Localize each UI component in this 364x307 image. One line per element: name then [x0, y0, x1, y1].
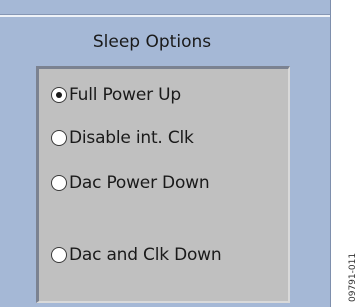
radio-option-full-power-up[interactable]: Full Power Up	[51, 81, 181, 109]
radio-label: Full Power Up	[69, 85, 181, 105]
radio-label: Disable int. Clk	[69, 128, 194, 148]
radio-label: Dac and Clk Down	[69, 245, 222, 265]
radio-button[interactable]	[51, 175, 67, 191]
radio-option-dac-and-clk-down[interactable]: Dac and Clk Down	[51, 241, 222, 269]
options-panel: Sleep Options Full Power Up Disable int.…	[0, 0, 331, 307]
radio-option-disable-int-clk[interactable]: Disable int. Clk	[51, 124, 194, 152]
radio-button[interactable]	[51, 130, 67, 146]
top-divider	[0, 14, 330, 17]
radio-button[interactable]	[51, 247, 67, 263]
radio-option-dac-power-down[interactable]: Dac Power Down	[51, 169, 210, 197]
sleep-options-group: Full Power Up Disable int. Clk Dac Power…	[36, 66, 290, 303]
radio-label: Dac Power Down	[69, 173, 210, 193]
group-title: Sleep Options	[92, 32, 212, 52]
figure-id-label: 09791-011	[348, 252, 358, 302]
radio-button-selected[interactable]	[51, 87, 67, 103]
